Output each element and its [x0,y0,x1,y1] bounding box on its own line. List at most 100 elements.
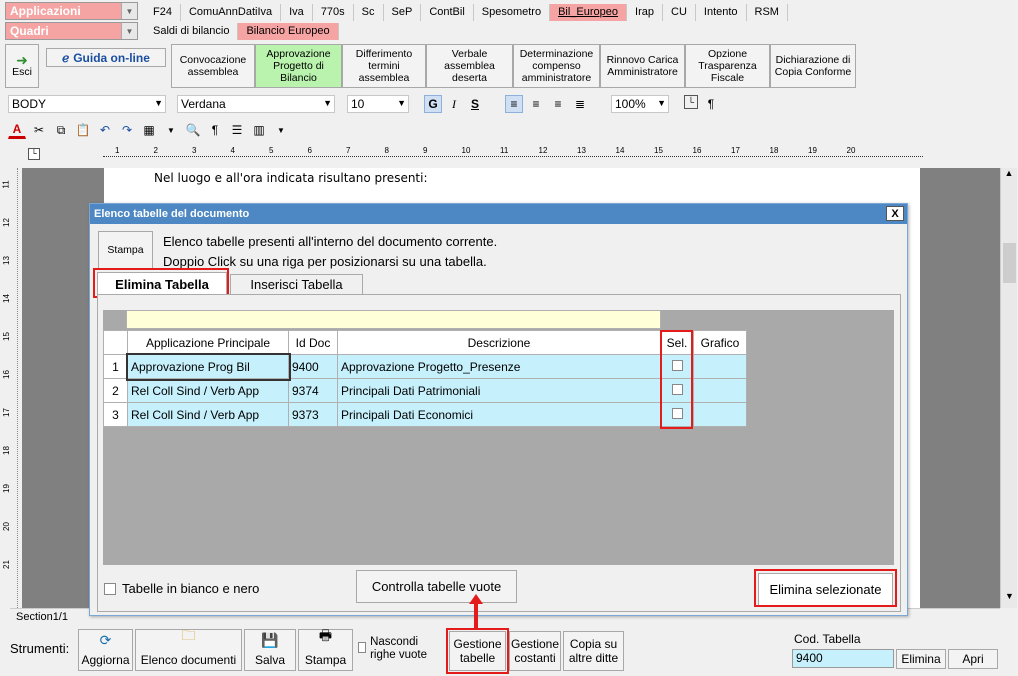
ruler-number: 2 [153,146,158,155]
align-right-icon[interactable]: ≡ [527,95,545,113]
toolbar-button-1[interactable]: Approvazione Progetto di Bilancio [255,44,342,88]
app-tab-cu[interactable]: CU [663,4,696,21]
document-toolbar: Convocazione assemblea Approvazione Proge… [171,44,856,88]
align-left-icon[interactable]: ≡ [505,95,523,113]
ruler-number: 6 [307,146,312,155]
controlla-tabelle-vuote-button[interactable]: Controlla tabelle vuote [356,570,517,603]
toolbar-button-5[interactable]: Rinnovo Carica Amministratore [600,44,685,88]
redo-icon[interactable]: ↷ [118,121,136,139]
app-tab-sc[interactable]: Sc [354,4,384,21]
app-tab-f24[interactable]: F24 [145,4,181,21]
scroll-up-arrow[interactable]: ▲ [1001,168,1017,185]
align-center-icon[interactable]: ≡ [549,95,567,113]
gestione-costanti-button[interactable]: Gestione costanti [509,631,561,671]
ruler-number: 11 [500,146,509,155]
close-button[interactable]: X [886,206,904,221]
app-tab-spesometro[interactable]: Spesometro [474,4,551,21]
strumenti-label: Strumenti: [10,641,70,656]
aggiorna-button[interactable]: ⟳ Aggiorna [78,629,133,671]
cod-tabella-input[interactable]: 9400 [792,649,894,668]
toolbar-button-6[interactable]: Opzione Trasparenza Fiscale [685,44,770,88]
column-header[interactable]: Descrizione [337,330,661,355]
bold-button[interactable]: G [424,95,442,113]
bw-checkbox-box[interactable] [104,582,116,595]
vruler-number: 20 [1,522,11,531]
dialog-line2: Doppio Click su una riga per posizionars… [163,254,487,269]
ruler-number: 9 [423,146,428,155]
align-group: ≡ ≡ ≡ ≣ [505,95,589,113]
refresh-icon: ⟳ [99,632,112,648]
guida-online-button[interactable]: ℯ Guida on-line [46,48,166,67]
ruler-number: 10 [461,146,471,155]
table-row[interactable]: 3 Rel Coll Sind / Verb App 9373 Principali … [103,402,747,427]
app-tab-bil-europeo[interactable]: Bil_Europeo [550,4,628,21]
column-header[interactable]: Id Doc [288,330,338,355]
font-color-icon[interactable]: A [8,121,26,139]
chevron-down-icon[interactable]: ▼ [272,121,290,139]
tab-saldi-di-bilancio[interactable]: Saldi di bilancio [145,23,239,40]
paragraph-format-icon[interactable]: ¶ [206,121,224,139]
chevron-down-icon: ▼ [323,98,332,108]
copia-altre-ditte-button[interactable]: Copia su altre ditte [563,631,624,671]
app-tab-iva[interactable]: Iva [281,4,313,21]
tab-inserisci-tabella[interactable]: Inserisci Tabella [230,274,363,294]
stampa-button[interactable]: Stampa [98,231,153,269]
grid-corner [103,330,128,355]
app-tab-irap[interactable]: Irap [627,4,663,21]
cut-icon[interactable]: ✂ [30,121,48,139]
app-tab-770s[interactable]: 770s [313,4,354,21]
toolbar-button-3[interactable]: Verbale assemblea deserta [426,44,513,88]
applicazioni-combo[interactable]: Applicazioni ▼ [5,2,138,20]
toolbar-button-4[interactable]: Determinazione compenso amministratore [513,44,600,88]
zoom-select[interactable]: 100% ▼ [611,95,669,113]
chevron-down-icon[interactable]: ▼ [162,121,180,139]
highlight-elimina-selezionate [754,569,897,607]
column-header[interactable]: Grafico [693,330,747,355]
column-header[interactable]: Applicazione Principale [127,330,289,355]
bw-checkbox[interactable]: Tabelle in bianco e nero [104,581,259,596]
scroll-thumb[interactable] [1003,243,1016,283]
row-number: 1 [103,354,128,379]
app-tab-contbil[interactable]: ContBil [421,4,474,21]
app-tab-comuanndatiiva[interactable]: ComuAnnDatiIva [181,4,282,21]
table-icon[interactable]: ▦ [140,121,158,139]
table-row[interactable]: 2 Rel Coll Sind / Verb App 9374 Principali … [103,378,747,403]
font-select[interactable]: Verdana ▼ [177,95,335,113]
columns-icon[interactable]: ▥ [250,121,268,139]
apri-button[interactable]: Apri [948,649,998,669]
strike-button[interactable]: S [466,95,484,113]
undo-icon[interactable]: ↶ [96,121,114,139]
quadri-combo[interactable]: Quadri ▼ [5,22,138,40]
elenco-documenti-button[interactable]: 🗀 Elenco documenti [135,627,242,671]
italic-button[interactable]: I [445,95,463,113]
nascondi-checkbox-box[interactable] [358,642,367,653]
row-id: 9373 [288,402,338,427]
app-tab-sep[interactable]: SeP [384,4,422,21]
paste-icon[interactable]: 📋 [74,121,92,139]
copy-icon[interactable]: ⧉ [52,121,70,139]
style-select[interactable]: BODY ▼ [8,95,166,113]
table-row[interactable]: 1 Approvazione Prog Bil 9400 Approvazione P… [103,352,747,381]
save-icon: 💾 [261,632,279,648]
elimina-bottom-button[interactable]: Elimina [896,649,946,669]
app-tab-rsm[interactable]: RSM [747,4,788,21]
stampa-bottom-button[interactable]: 🖶 Stampa [298,627,353,671]
esci-button[interactable]: ➜ Esci [5,44,39,88]
list-icon[interactable]: ☰ [228,121,246,139]
nascondi-checkbox[interactable]: Nascondi righe vuote [358,636,443,662]
vertical-scrollbar[interactable]: ▲ ▼ [1000,168,1017,608]
scroll-down-arrow[interactable]: ▼ [1001,591,1018,608]
find-icon[interactable]: 🔍 [184,121,202,139]
tab-bilancio-europeo[interactable]: Bilancio Europeo [238,23,339,40]
app-tab-intento[interactable]: Intento [696,4,747,21]
page-break-icon[interactable]: └ [684,95,698,109]
align-justify-icon[interactable]: ≣ [571,95,589,113]
pilcrow-icon[interactable]: ¶ [702,95,720,113]
toolbar-button-2[interactable]: Differimento termini assemblea [342,44,426,88]
cod-tabella-label: Cod. Tabella [794,632,861,646]
salva-button[interactable]: 💾 Salva [244,629,296,671]
toolbar-button-7[interactable]: Dichiarazione di Copia Conforme [770,44,856,88]
toolbar-button-0[interactable]: Convocazione assemblea [171,44,255,88]
size-select[interactable]: 10 ▼ [347,95,409,113]
tab-panel: Applicazione Principale Id Doc Descrizione… [97,294,901,612]
